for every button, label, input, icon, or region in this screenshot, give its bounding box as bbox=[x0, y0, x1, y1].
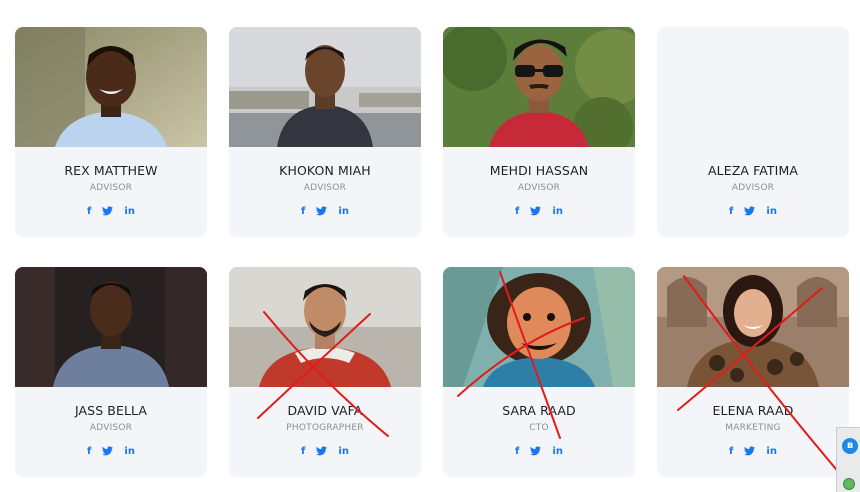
linkedin-icon[interactable]: in bbox=[552, 206, 563, 218]
team-card: ALEZA FATIMA ADVISOR f in bbox=[657, 27, 849, 237]
linkedin-icon[interactable]: in bbox=[124, 446, 135, 458]
twitter-icon[interactable] bbox=[744, 206, 756, 216]
team-card: ELENA RAAD MARKETING f in bbox=[657, 267, 849, 477]
member-name: REX MATTHEW bbox=[64, 163, 158, 178]
twitter-icon[interactable] bbox=[102, 206, 114, 216]
member-name: ELENA RAAD bbox=[712, 403, 794, 418]
facebook-icon[interactable]: f bbox=[87, 206, 91, 218]
social-links: f in bbox=[15, 206, 207, 218]
team-grid: REX MATTHEW ADVISOR f in KHOKON MIAH ADV… bbox=[0, 0, 860, 491]
facebook-icon[interactable]: f bbox=[87, 446, 91, 458]
team-card: DAVID VAFA PHOTOGRAPHER f in bbox=[229, 267, 421, 477]
system-tray: ʙ bbox=[836, 427, 860, 492]
member-name: SARA RAAD bbox=[502, 403, 576, 418]
facebook-icon[interactable]: f bbox=[515, 446, 519, 458]
twitter-icon[interactable] bbox=[316, 446, 328, 456]
member-role: MARKETING bbox=[725, 423, 781, 433]
linkedin-icon[interactable]: in bbox=[552, 446, 563, 458]
member-name: KHOKON MIAH bbox=[279, 163, 371, 178]
twitter-icon[interactable] bbox=[530, 206, 542, 216]
member-photo bbox=[229, 27, 421, 147]
member-role: ADVISOR bbox=[303, 183, 347, 193]
social-links: f in bbox=[15, 446, 207, 458]
team-card: JASS BELLA ADVISOR f in bbox=[15, 267, 207, 477]
bluetooth-icon[interactable]: ʙ bbox=[842, 438, 858, 454]
member-photo bbox=[657, 267, 849, 387]
member-photo bbox=[229, 267, 421, 387]
member-name: JASS BELLA bbox=[74, 403, 148, 418]
member-role: PHOTOGRAPHER bbox=[286, 423, 364, 433]
facebook-icon[interactable]: f bbox=[301, 206, 305, 218]
facebook-icon[interactable]: f bbox=[301, 446, 305, 458]
social-links: f in bbox=[229, 446, 421, 458]
twitter-icon[interactable] bbox=[316, 206, 328, 216]
team-card: MEHDI HASSAN ADVISOR f in bbox=[443, 27, 635, 237]
member-role: ADVISOR bbox=[89, 423, 133, 433]
team-card: SARA RAAD CTO f in bbox=[443, 267, 635, 477]
twitter-icon[interactable] bbox=[530, 446, 542, 456]
status-icon[interactable] bbox=[843, 478, 855, 490]
social-links: f in bbox=[443, 206, 635, 218]
linkedin-icon[interactable]: in bbox=[338, 206, 349, 218]
member-role: ADVISOR bbox=[517, 183, 561, 193]
member-name: DAVID VAFA bbox=[287, 403, 363, 418]
member-photo bbox=[15, 267, 207, 387]
member-photo bbox=[443, 27, 635, 147]
member-role: ADVISOR bbox=[731, 183, 775, 193]
social-links: f in bbox=[443, 446, 635, 458]
linkedin-icon[interactable]: in bbox=[766, 446, 777, 458]
linkedin-icon[interactable]: in bbox=[124, 206, 135, 218]
social-links: f in bbox=[657, 446, 849, 458]
member-role: CTO bbox=[529, 423, 549, 433]
member-photo bbox=[15, 27, 207, 147]
twitter-icon[interactable] bbox=[744, 446, 756, 456]
facebook-icon[interactable]: f bbox=[729, 206, 733, 218]
member-photo bbox=[443, 267, 635, 387]
facebook-icon[interactable]: f bbox=[515, 206, 519, 218]
social-links: f in bbox=[229, 206, 421, 218]
social-links: f in bbox=[657, 206, 849, 218]
member-photo bbox=[657, 27, 849, 147]
linkedin-icon[interactable]: in bbox=[766, 206, 777, 218]
facebook-icon[interactable]: f bbox=[729, 446, 733, 458]
member-name: ALEZA FATIMA bbox=[708, 163, 798, 178]
member-name: MEHDI HASSAN bbox=[489, 163, 589, 178]
team-card: KHOKON MIAH ADVISOR f in bbox=[229, 27, 421, 237]
team-card: REX MATTHEW ADVISOR f in bbox=[15, 27, 207, 237]
member-role: ADVISOR bbox=[89, 183, 133, 193]
twitter-icon[interactable] bbox=[102, 446, 114, 456]
linkedin-icon[interactable]: in bbox=[338, 446, 349, 458]
